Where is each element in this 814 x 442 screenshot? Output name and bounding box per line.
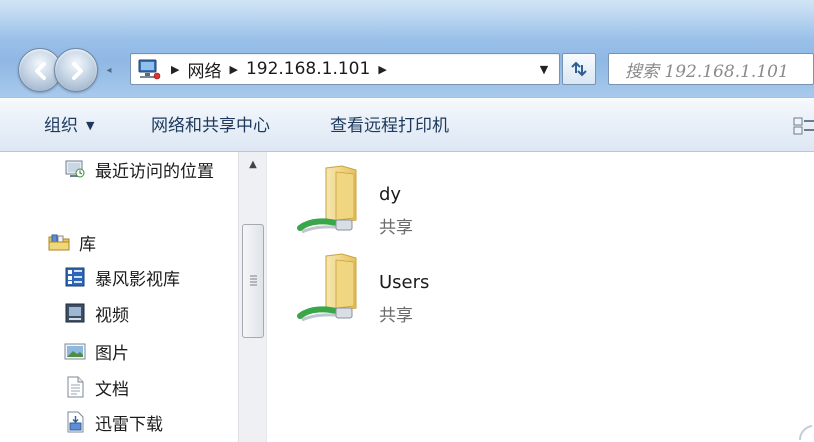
library-media-icon: [65, 267, 85, 287]
window-chrome: ◂ ▶ 网络 ▶ 192.168.1.101 ▶ ▼ 搜索 192.168.1.…: [0, 0, 814, 98]
content-pane: dy 共享 Users 共享: [268, 152, 814, 442]
shared-folder-icon: [297, 165, 357, 234]
sidebar-item-documents[interactable]: 文档: [64, 374, 129, 400]
share-name: dy: [379, 184, 402, 205]
share-type-label: 共享: [379, 306, 413, 326]
chevron-down-icon: ▼: [86, 119, 95, 132]
chrome-highlight: [0, 0, 814, 40]
sidebar-item-libraries[interactable]: 库: [48, 229, 96, 255]
library-folder-icon: [48, 234, 70, 251]
shared-folder-item[interactable]: dy 共享: [296, 162, 556, 242]
sidebar-item-pictures[interactable]: 图片: [64, 338, 129, 364]
breadcrumb-host[interactable]: 192.168.1.101: [246, 59, 370, 79]
breadcrumb-separator-icon[interactable]: ▶: [378, 63, 386, 76]
sidebar-item-label: 图片: [95, 343, 129, 364]
shared-folder-icon: [297, 253, 357, 322]
sidebar-item-label: 迅雷下载: [95, 414, 163, 435]
shared-folder-item[interactable]: Users 共享: [296, 250, 556, 330]
sidebar-item-label: 库: [79, 234, 96, 255]
view-remote-printers-button[interactable]: 查看远程打印机: [330, 114, 449, 138]
navigation-pane: 最近访问的位置 库 暴风影视库 视频 图片 文档 迅雷下载: [0, 152, 238, 442]
sidebar-item-xunlei[interactable]: 迅雷下载: [64, 409, 163, 435]
breadcrumb-separator-icon[interactable]: ▶: [171, 63, 179, 76]
sidebar-item-recent[interactable]: 最近访问的位置: [64, 156, 214, 182]
navigation-buttons: ◂: [18, 48, 130, 94]
address-bar[interactable]: ▶ 网络 ▶ 192.168.1.101 ▶ ▼: [130, 53, 560, 85]
forward-button[interactable]: [54, 48, 98, 92]
recent-places-icon: [65, 160, 85, 178]
sidebar-item-label: 视频: [95, 305, 129, 326]
scroll-thumb[interactable]: [242, 224, 264, 338]
address-history-dropdown[interactable]: ▼: [533, 54, 555, 84]
scroll-up-arrow-icon[interactable]: ▲: [243, 156, 263, 174]
sidebar-item-label: 暴风影视库: [95, 269, 180, 290]
resize-grip-icon[interactable]: [792, 420, 814, 442]
documents-icon: [67, 376, 84, 398]
network-location-icon: [135, 54, 163, 84]
video-icon: [65, 303, 85, 323]
refresh-icon: [571, 61, 587, 77]
breadcrumb-separator-icon[interactable]: ▶: [229, 63, 237, 76]
network-sharing-center-button[interactable]: 网络和共享中心: [151, 114, 270, 138]
refresh-button[interactable]: [562, 53, 596, 85]
command-toolbar: 组织 ▼ 网络和共享中心 查看远程打印机: [0, 99, 814, 152]
grip-icon: [250, 275, 257, 286]
organize-button[interactable]: 组织 ▼: [44, 114, 94, 138]
sidebar-item-baofeng[interactable]: 暴风影视库: [64, 264, 180, 290]
pictures-icon: [64, 343, 86, 360]
sidebar-item-label: 最近访问的位置: [95, 161, 214, 182]
share-name: Users: [379, 272, 430, 293]
organize-label: 组织: [44, 116, 78, 136]
change-view-icon[interactable]: [792, 115, 814, 137]
search-input[interactable]: 搜索 192.168.1.101: [608, 53, 814, 85]
downloads-icon: [67, 411, 84, 433]
sidebar-item-label: 文档: [95, 379, 129, 400]
breadcrumb-network[interactable]: 网络: [187, 57, 221, 82]
sidebar-item-videos[interactable]: 视频: [64, 300, 129, 326]
arrow-left-icon: [35, 62, 46, 80]
arrow-right-icon: [72, 62, 83, 80]
share-type-label: 共享: [379, 218, 413, 238]
recent-pages-caret-icon[interactable]: ◂: [102, 64, 116, 78]
navigation-scrollbar[interactable]: ▲: [238, 152, 267, 442]
